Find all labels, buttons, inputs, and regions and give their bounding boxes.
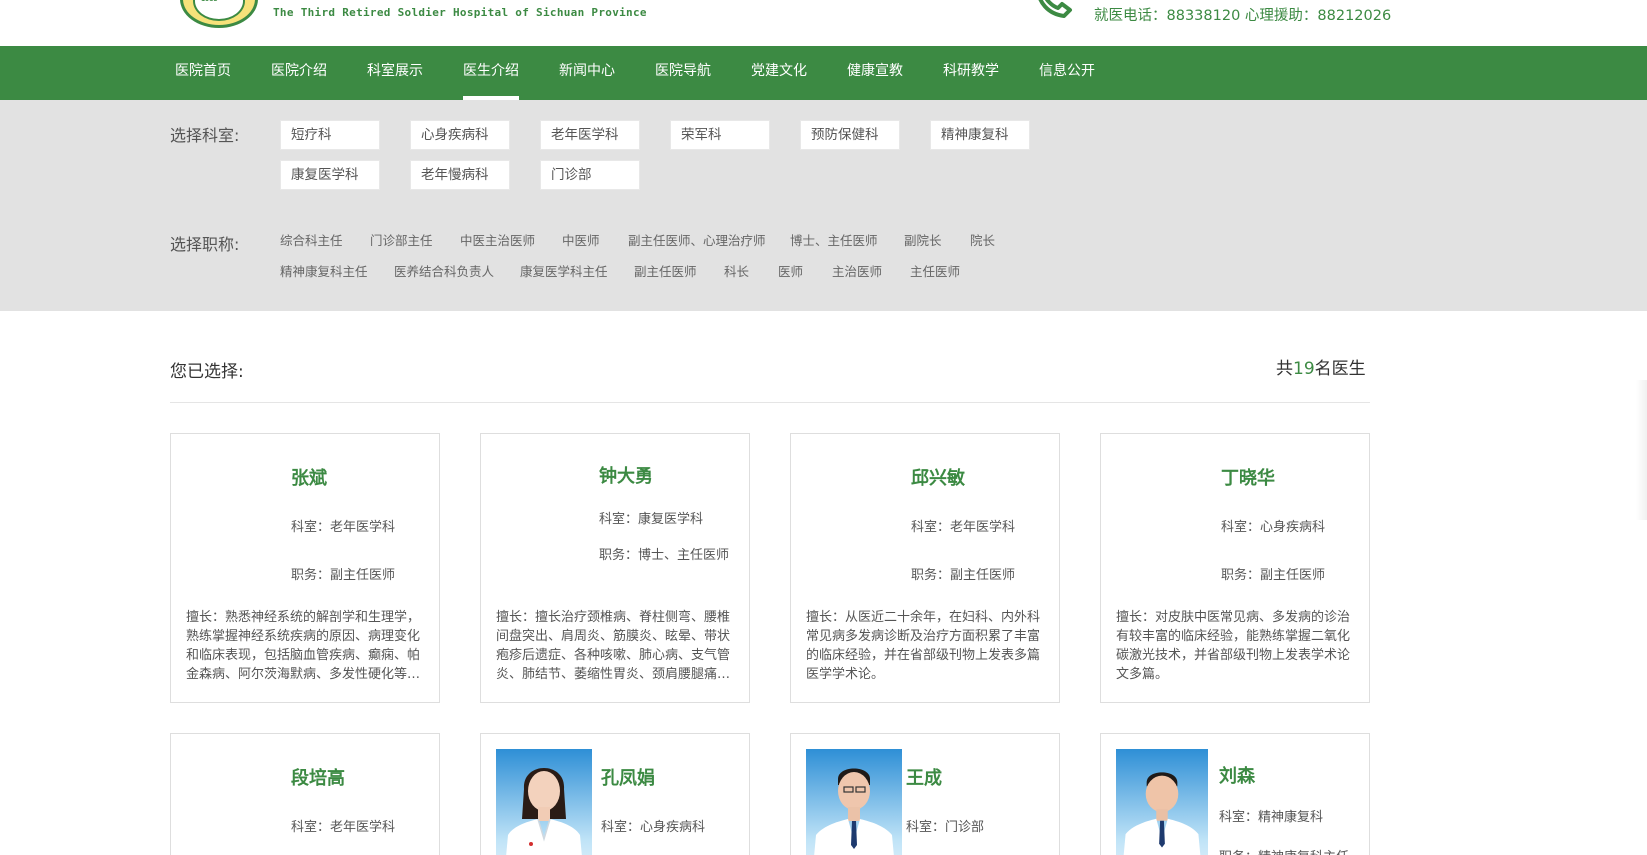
title-option[interactable]: 博士、主任医师 [790,230,878,249]
title-option[interactable]: 副主任医师、心理治疗师 [628,230,766,249]
title-option[interactable]: 主治医师 [832,261,882,280]
hospital-logo[interactable]: 1953 [180,0,258,28]
department-option[interactable]: 门诊部 [540,160,640,190]
doctor-name: 段培高 [291,768,345,789]
male-doctor-portrait-icon [1123,772,1201,855]
doctor-card[interactable]: 孔凤娟 科室：心身疾病科 [480,733,750,855]
doctor-specialty: 擅长：从医近二十余年，在妇科、内外科常见病多发病诊断及治疗方面积累了丰富的临床经… [806,610,1041,682]
doctor-name: 钟大勇 [599,466,653,487]
doctor-name: 孔凤娟 [601,768,655,789]
phone-icon [1034,0,1078,20]
filter-panel: 选择科室: 短疗科 心身疾病科 老年医学科 荣军科 预防保健科 精神康复科 康复… [0,100,1647,311]
doctor-photo [806,749,902,855]
doctor-card[interactable]: 刘森 科室：精神康复科 职务：精神康复科主任 [1100,733,1370,855]
doctor-card[interactable]: 段培高 科室：老年医学科 [170,733,440,855]
page-edge-shadow [1636,380,1647,520]
doctor-department: 科室：康复医学科 [599,512,704,527]
doctor-card[interactable]: 张斌 科室：老年医学科 职务：副主任医师 擅长：熟悉神经系统的解剖学和生理学，熟… [170,433,440,703]
doctor-department: 科室：精神康复科 [1219,810,1324,825]
doctor-specialty: 擅长：熟悉神经系统的解剖学和生理学，熟练掌握神经系统疾病的原因、病理变化和临床表… [186,610,421,682]
doctor-name: 王成 [906,768,942,789]
section-divider [170,402,1370,403]
doctor-department: 科室：心身疾病科 [1221,520,1326,535]
title-option[interactable]: 综合科主任 [280,230,343,249]
title-option[interactable]: 院长 [970,230,995,249]
title-option[interactable]: 康复医学科主任 [520,261,608,280]
department-option[interactable]: 康复医学科 [280,160,380,190]
logo-emblem [193,0,245,21]
nav-guide[interactable]: 医院导航 [655,46,711,100]
doctor-specialty: 擅长：擅长治疗颈椎病、脊柱侧弯、腰椎间盘突出、肩周炎、筋膜炎、眩晕、带状疱疹后遗… [496,610,731,682]
nav-research[interactable]: 科研教学 [943,46,999,100]
title-option[interactable]: 门诊部主任 [370,230,433,249]
selected-filters-label: 您已选择: [170,362,244,382]
nav-party-culture[interactable]: 党建文化 [751,46,807,100]
doctor-photo [496,749,592,855]
logo-year: 1953 [201,0,218,3]
title-option[interactable]: 副院长 [904,230,942,249]
department-option[interactable]: 老年医学科 [540,120,640,150]
title-option[interactable]: 中医主治医师 [460,230,535,249]
doctor-department: 科室：门诊部 [906,820,985,835]
doctor-department: 科室：老年医学科 [911,520,1016,535]
doctor-department: 科室：老年医学科 [291,820,396,835]
count-suffix: 名医生 [1314,359,1366,379]
site-header: 1953 The Third Retired Soldier Hospital … [0,0,1647,46]
doctor-card[interactable]: 钟大勇 科室：康复医学科 职务：博士、主任医师 擅长：擅长治疗颈椎病、脊柱侧弯、… [480,433,750,703]
doctor-specialty: 擅长：对皮肤中医常见病、多发病的诊治有较丰富的临床经验，能熟练掌握二氧化碳激光技… [1116,610,1351,682]
male-doctor-portrait-icon [814,768,894,855]
doctor-title: 职务：副主任医师 [291,568,396,583]
doctor-card[interactable]: 丁晓华 科室：心身疾病科 职务：副主任医师 擅长：对皮肤中医常见病、多发病的诊治… [1100,433,1370,703]
title-option[interactable]: 主任医师 [910,261,960,280]
title-filter-label: 选择职称: [170,235,240,254]
count-number: 19 [1293,359,1315,379]
doctor-title: 职务：副主任医师 [1221,568,1326,583]
hotline-numbers: 就医电话：88338120 心理援助：88212026 [1094,8,1392,24]
department-option[interactable]: 老年慢病科 [410,160,510,190]
title-option[interactable]: 精神康复科主任 [280,261,368,280]
nav-home[interactable]: 医院首页 [175,46,231,100]
doctor-title: 职务：博士、主任医师 [599,548,730,563]
hospital-english-name: The Third Retired Soldier Hospital of Si… [273,6,647,19]
doctor-department: 科室：心身疾病科 [601,820,706,835]
department-option[interactable]: 短疗科 [280,120,380,150]
title-option[interactable]: 中医师 [562,230,600,249]
title-option[interactable]: 医师 [778,261,803,280]
nav-about[interactable]: 医院介绍 [271,46,327,100]
doctor-title: 职务：副主任医师 [911,568,1016,583]
female-doctor-portrait-icon [506,768,582,855]
department-option[interactable]: 预防保健科 [800,120,900,150]
doctor-card[interactable]: 邱兴敏 科室：老年医学科 职务：副主任医师 擅长：从医近二十余年，在妇科、内外科… [790,433,1060,703]
department-option[interactable]: 心身疾病科 [410,120,510,150]
title-option[interactable]: 副主任医师 [634,261,697,280]
count-prefix: 共 [1276,359,1293,379]
doctor-name: 张斌 [291,468,327,489]
title-option[interactable]: 医养结合科负责人 [394,261,494,280]
doctor-department: 科室：老年医学科 [291,520,396,535]
doctor-photo [1116,749,1208,855]
department-option[interactable]: 荣军科 [670,120,770,150]
doctor-title: 职务：精神康复科主任 [1219,846,1349,855]
doctor-name: 丁晓华 [1221,468,1275,489]
title-option[interactable]: 科长 [724,261,749,280]
nav-news[interactable]: 新闻中心 [559,46,615,100]
main-nav: 医院首页 医院介绍 科室展示 医生介绍 新闻中心 医院导航 党建文化 健康宣教 … [0,46,1647,100]
nav-health-education[interactable]: 健康宣教 [847,46,903,100]
doctor-count: 共19名医生 [1276,354,1366,379]
doctor-name: 邱兴敏 [911,468,965,489]
doctor-name: 刘森 [1219,766,1255,787]
nav-doctors[interactable]: 医生介绍 [463,46,519,100]
doctor-card[interactable]: 王成 科室：门诊部 [790,733,1060,855]
department-option[interactable]: 精神康复科 [930,120,1030,150]
nav-departments[interactable]: 科室展示 [367,46,423,100]
nav-info-disclosure[interactable]: 信息公开 [1039,46,1095,100]
department-filter-label: 选择科室: [170,126,240,145]
